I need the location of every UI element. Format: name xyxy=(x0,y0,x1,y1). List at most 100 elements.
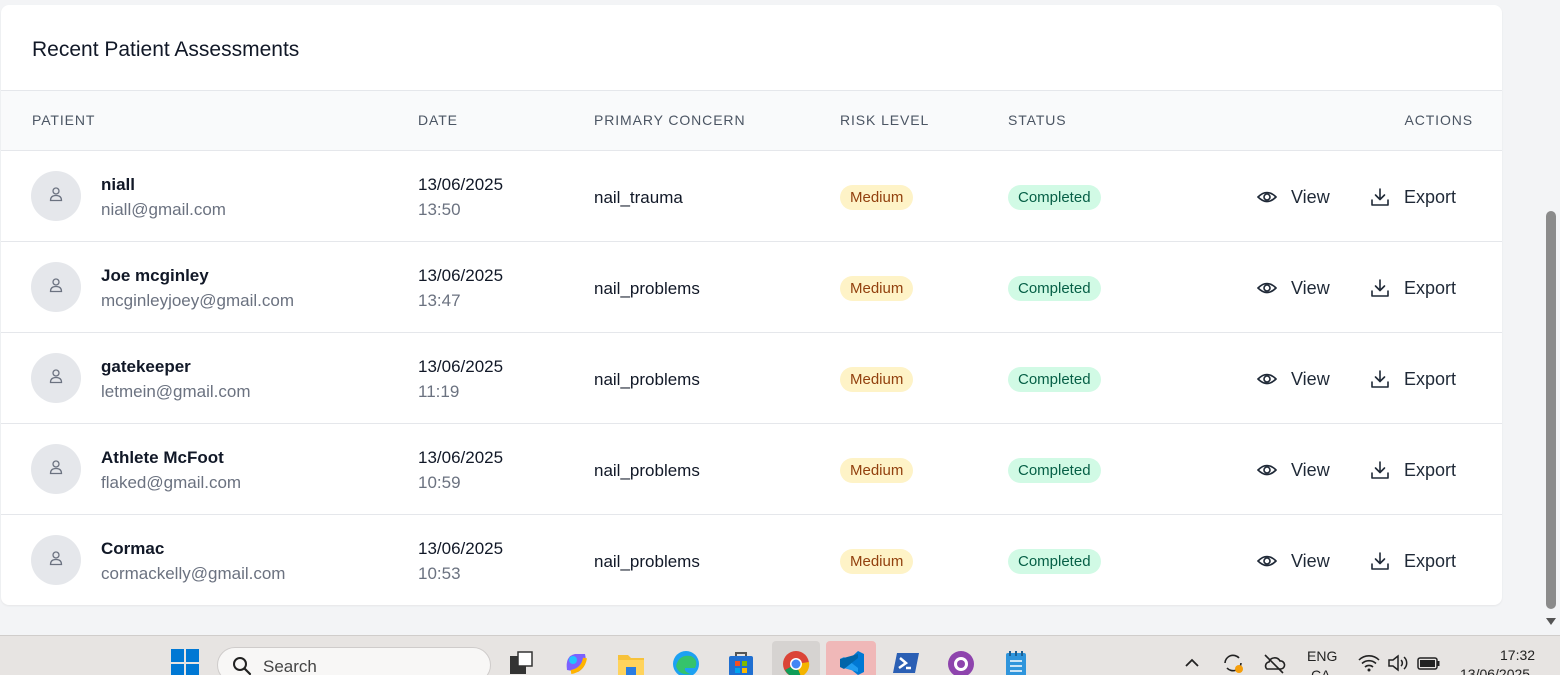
status-badge: Completed xyxy=(1008,185,1101,210)
col-header-patient: PATIENT xyxy=(32,112,96,128)
view-label: View xyxy=(1291,550,1330,571)
avatar xyxy=(31,444,81,494)
export-button[interactable]: Export xyxy=(1370,272,1456,304)
patient-email: niall@gmail.com xyxy=(101,200,226,219)
risk-badge: Medium xyxy=(840,367,914,392)
col-header-concern: PRIMARY CONCERN xyxy=(594,112,746,128)
user-icon xyxy=(48,459,64,480)
region-indicator[interactable]: CA xyxy=(1311,667,1330,675)
export-button[interactable]: Export xyxy=(1370,363,1456,395)
patient-name: gatekeeper xyxy=(101,357,191,376)
primary-concern: nail_problems xyxy=(594,461,700,480)
patient-email: letmein@gmail.com xyxy=(101,382,251,401)
patient-email: mcginleyjoey@gmail.com xyxy=(101,291,294,310)
scrollbar-thumb[interactable] xyxy=(1546,211,1556,609)
export-label: Export xyxy=(1404,459,1457,480)
taskbar-search-box[interactable]: Search xyxy=(217,647,491,675)
edge-icon[interactable] xyxy=(671,648,701,675)
wifi-icon[interactable] xyxy=(1356,648,1382,675)
clock-date[interactable]: 13/06/2025 xyxy=(1460,666,1530,675)
user-icon xyxy=(48,277,64,298)
search-placeholder: Search xyxy=(263,657,317,675)
powershell-icon[interactable] xyxy=(891,648,921,675)
assessment-time: 13:50 xyxy=(418,200,461,219)
risk-badge: Medium xyxy=(840,549,914,574)
view-button[interactable]: View xyxy=(1257,545,1330,577)
primary-concern: nail_problems xyxy=(594,370,700,389)
view-label: View xyxy=(1291,277,1330,298)
table-row: Athlete McFoot flaked@gmail.com 13/06/2025… xyxy=(1,424,1502,515)
table-row: gatekeeper letmein@gmail.com 13/06/2025 11:… xyxy=(1,333,1502,424)
patient-email: cormackelly@gmail.com xyxy=(101,564,286,583)
view-button[interactable]: View xyxy=(1257,272,1330,304)
export-label: Export xyxy=(1404,277,1457,298)
task-view-icon[interactable] xyxy=(506,648,536,675)
risk-badge: Medium xyxy=(840,185,914,210)
download-icon xyxy=(1370,369,1390,389)
eye-icon xyxy=(1257,371,1277,387)
assessment-date: 13/06/2025 xyxy=(418,448,504,467)
patient-name: Joe mcginley xyxy=(101,266,209,285)
export-button[interactable]: Export xyxy=(1370,454,1456,486)
avatar xyxy=(31,262,81,312)
view-button[interactable]: View xyxy=(1257,454,1330,486)
download-icon xyxy=(1370,278,1390,298)
volume-icon[interactable] xyxy=(1385,648,1411,675)
user-icon xyxy=(48,186,64,207)
view-button[interactable]: View xyxy=(1257,363,1330,395)
windows-start-icon[interactable] xyxy=(170,648,200,675)
patient-name: Cormac xyxy=(101,539,165,558)
patient-name: Athlete McFoot xyxy=(101,448,224,467)
assessment-time: 11:19 xyxy=(418,382,460,401)
tray-chevron-up-icon[interactable] xyxy=(1180,648,1204,675)
export-button[interactable]: Export xyxy=(1370,181,1456,213)
vscode-icon[interactable] xyxy=(836,648,866,675)
download-icon xyxy=(1370,460,1390,480)
language-indicator[interactable]: ENG xyxy=(1307,648,1337,664)
notepad-icon[interactable] xyxy=(1001,648,1031,675)
clock-time[interactable]: 17:32 xyxy=(1500,647,1535,663)
assessment-date: 13/06/2025 xyxy=(418,266,504,285)
patient-name: niall xyxy=(101,175,136,194)
chrome-icon[interactable] xyxy=(781,648,811,675)
avatar xyxy=(31,535,81,585)
scroll-down-arrow-icon[interactable] xyxy=(1546,618,1556,625)
export-button[interactable]: Export xyxy=(1370,545,1456,577)
eye-icon xyxy=(1257,280,1277,296)
view-label: View xyxy=(1291,459,1330,480)
table-row: Joe mcginley mcginleyjoey@gmail.com 13/06/… xyxy=(1,242,1502,333)
risk-badge: Medium xyxy=(840,458,914,483)
risk-badge: Medium xyxy=(840,276,914,301)
status-badge: Completed xyxy=(1008,458,1101,483)
assessment-date: 13/06/2025 xyxy=(418,539,504,558)
primary-concern: nail_problems xyxy=(594,279,700,298)
file-explorer-icon[interactable] xyxy=(616,648,646,675)
user-icon xyxy=(48,368,64,389)
sync-icon[interactable] xyxy=(1219,648,1247,675)
status-badge: Completed xyxy=(1008,367,1101,392)
view-button[interactable]: View xyxy=(1257,181,1330,213)
table-row: Cormac cormackelly@gmail.com 13/06/2025 10:… xyxy=(1,515,1502,605)
onedrive-offline-icon[interactable] xyxy=(1259,648,1289,675)
col-header-actions: ACTIONS xyxy=(1404,112,1473,128)
assessment-time: 13:47 xyxy=(418,291,461,310)
assessment-date: 13/06/2025 xyxy=(418,175,504,194)
github-desktop-icon[interactable] xyxy=(946,648,976,675)
status-badge: Completed xyxy=(1008,549,1101,574)
view-label: View xyxy=(1291,368,1330,389)
download-icon xyxy=(1370,551,1390,571)
card-title: Recent Patient Assessments xyxy=(32,38,300,61)
primary-concern: nail_problems xyxy=(594,552,700,571)
copilot-icon[interactable] xyxy=(561,648,591,675)
user-icon xyxy=(48,550,64,571)
battery-icon[interactable] xyxy=(1414,648,1444,675)
avatar xyxy=(31,353,81,403)
store-icon[interactable] xyxy=(726,648,756,675)
col-header-risk: RISK LEVEL xyxy=(840,112,930,128)
patient-email: flaked@gmail.com xyxy=(101,473,242,492)
assessment-time: 10:59 xyxy=(418,473,461,492)
eye-icon xyxy=(1257,553,1277,569)
table-row: niall niall@gmail.com 13/06/2025 13:50 nail_… xyxy=(1,151,1502,242)
search-icon xyxy=(233,657,252,675)
eye-icon xyxy=(1257,462,1277,478)
